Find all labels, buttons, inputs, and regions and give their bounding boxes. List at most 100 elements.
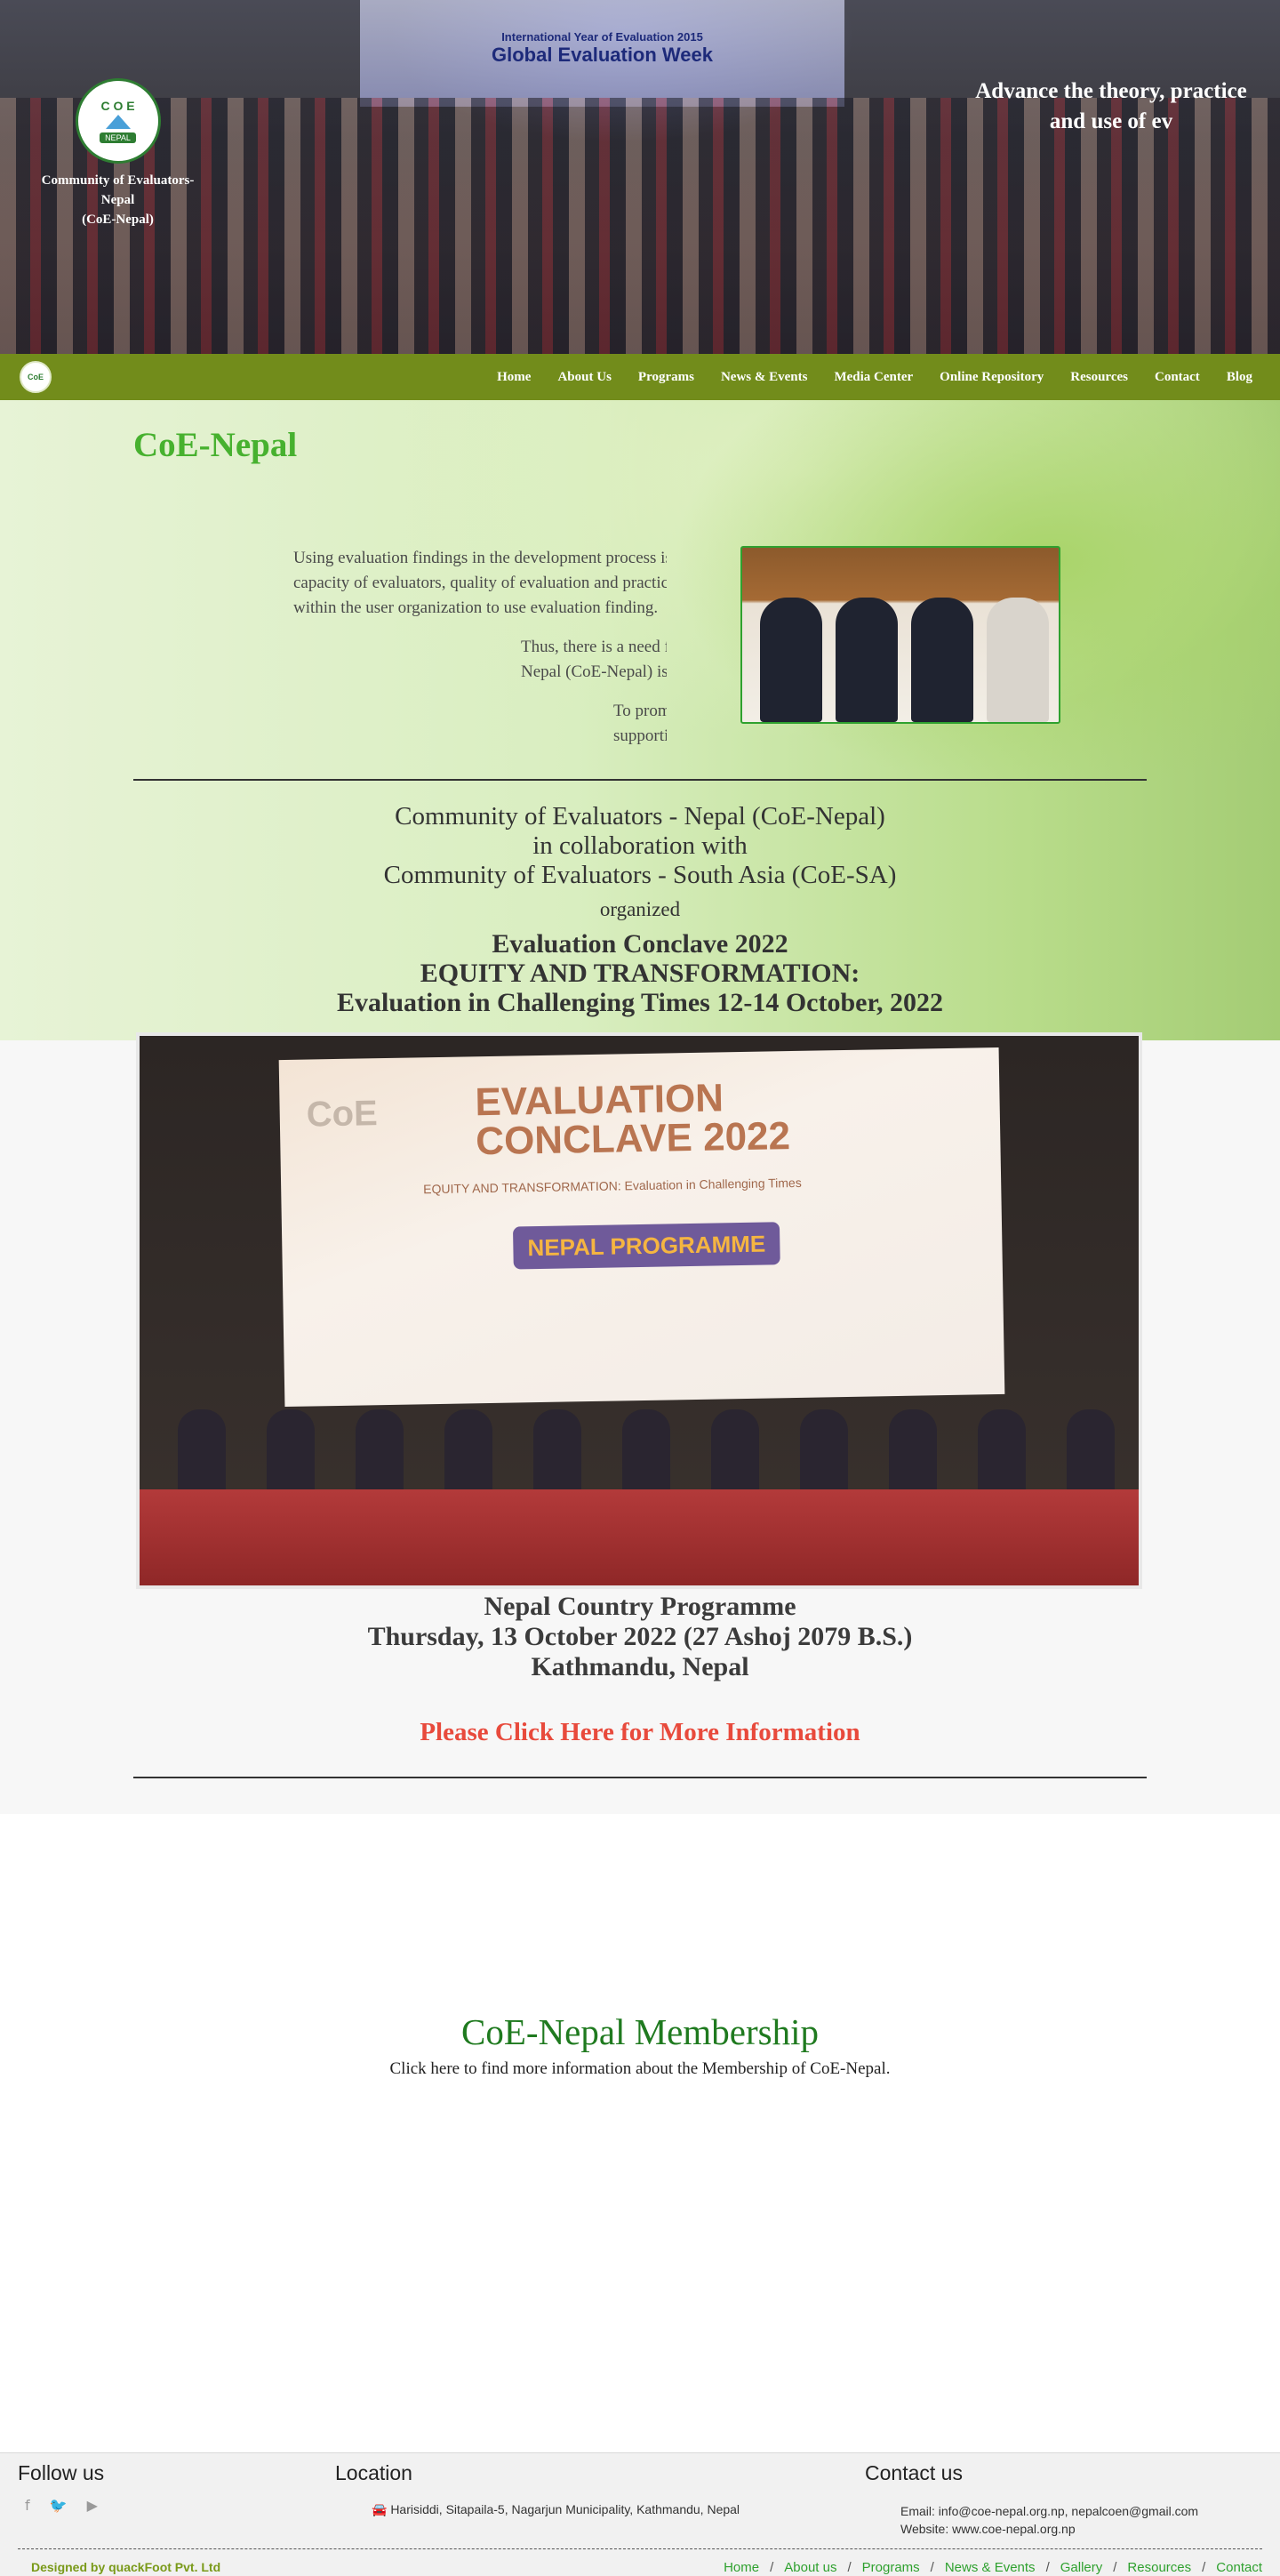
divider — [133, 1777, 1147, 1778]
footer-link-about-us[interactable]: About us — [784, 2560, 836, 2575]
panelist — [178, 1409, 226, 1498]
nav-item-online-repository[interactable]: Online Repository — [926, 370, 1057, 385]
nav-item-home[interactable]: Home — [484, 370, 544, 385]
collab-line3: Community of Evaluators - South Asia (Co… — [383, 861, 897, 889]
membership-title[interactable]: CoE-Nepal Membership — [0, 2010, 1280, 2054]
org-name: Community of Evaluators- Nepal (CoE-Nepa… — [27, 171, 209, 229]
tagline-line1: Advance the theory, practice — [975, 79, 1247, 103]
intro-p3-line1: To promote ev — [613, 702, 667, 720]
social-links: f 🐦 ▶ — [25, 2497, 98, 2514]
logo-sub: NEPAL — [100, 132, 136, 143]
panelist — [711, 1409, 759, 1498]
page-title: CoE-Nepal — [133, 426, 298, 464]
panelist — [1067, 1409, 1115, 1498]
org-name-line3: (CoE-Nepal) — [82, 213, 154, 227]
intro-paragraph-3: To promote ev supporting for — [293, 699, 667, 749]
intro-p1-line1: Using evaluation findings in the develop… — [293, 549, 667, 567]
event-title: Evaluation Conclave 2022 — [492, 929, 788, 959]
photo-person — [760, 598, 822, 722]
panelist — [889, 1409, 937, 1498]
hero-banner: International Year of Evaluation 2015 Gl… — [0, 0, 1280, 354]
membership-section: CoE-Nepal Membership Click here to find … — [0, 2010, 1280, 2079]
intro-text: Using evaluation findings in the develop… — [293, 546, 667, 759]
hero-backdrop-line1: International Year of Evaluation 2015 — [501, 30, 703, 44]
panel-members — [157, 1409, 1135, 1498]
location-heading: Location — [335, 2461, 412, 2484]
banner-title: EVALUATION CONCLAVE 2022 — [475, 1076, 790, 1163]
footer-link-contact[interactable]: Contact — [1216, 2560, 1262, 2575]
contact-website[interactable]: Website: www.coe-nepal.org.np — [900, 2520, 1198, 2538]
youtube-icon[interactable]: ▶ — [87, 2497, 98, 2514]
programme-line1: Nepal Country Programme — [484, 1592, 796, 1621]
intro-p3-line2: supporting for — [613, 726, 667, 745]
panelist — [356, 1409, 404, 1498]
conclave-banner: CoE EVALUATION CONCLAVE 2022 EQUITY AND … — [278, 1047, 1005, 1408]
nav-logo-icon[interactable]: CoE — [20, 361, 52, 393]
twitter-icon[interactable]: 🐦 — [50, 2497, 68, 2514]
collaboration-block: Community of Evaluators - Nepal (CoE-Nep… — [133, 802, 1147, 1017]
programme-line3: Kathmandu, Nepal — [531, 1652, 749, 1681]
photo-person — [911, 598, 973, 722]
panelist — [267, 1409, 315, 1498]
nav-item-contact[interactable]: Contact — [1141, 370, 1213, 385]
intro-p1-line2: capacity of evaluators, quality of evalu… — [293, 574, 667, 592]
site-logo-block[interactable]: C O E NEPAL Community of Evaluators- Nep… — [27, 78, 209, 229]
mountain-icon — [105, 115, 131, 129]
hero-tagline: Advance the theory, practice and use of … — [960, 76, 1262, 137]
event-subtitle: Evaluation in Challenging Times 12-14 Oc… — [336, 988, 944, 1017]
banner-programme: NEPAL PROGRAMME — [512, 1222, 780, 1270]
nav-item-about-us[interactable]: About Us — [544, 370, 624, 385]
intro-p2-line1: Thus, there is a need for ca — [521, 638, 667, 656]
footer-link-home[interactable]: Home — [724, 2560, 759, 2575]
intro-paragraph-2: Thus, there is a need for ca Nepal (CoE-… — [293, 635, 667, 685]
tagline-line2: and use of ev — [1049, 109, 1173, 133]
org-name-line1: Community of Evaluators- — [41, 173, 195, 188]
footer-link-news-events[interactable]: News & Events — [945, 2560, 1036, 2575]
facebook-icon[interactable]: f — [25, 2497, 30, 2514]
collab-line2: in collaboration with — [532, 831, 748, 860]
collab-line1: Community of Evaluators - Nepal (CoE-Nep… — [395, 802, 885, 831]
intro-p2-line2: Nepal (CoE-Nepal) is comi — [521, 662, 667, 681]
footer-links: Home / About us / Programs / News & Events /… — [724, 2560, 1262, 2575]
programme-info: Nepal Country Programme Thursday, 13 Oct… — [133, 1592, 1147, 1682]
intro-paragraph-1: Using evaluation findings in the develop… — [293, 546, 667, 621]
location-text: 🚘 Harisiddi, Sitapaila-5, Nagarjun Munic… — [372, 2502, 740, 2516]
conclave-photo[interactable]: CoE EVALUATION CONCLAVE 2022 EQUITY AND … — [136, 1032, 1142, 1589]
stage-table — [140, 1489, 1139, 1585]
designed-by[interactable]: Designed by quackFoot Pvt. Ltd — [31, 2560, 220, 2574]
membership-text[interactable]: Click here to find more information abou… — [0, 2059, 1280, 2079]
programme-line2: Thursday, 13 October 2022 (27 Ashoj 2079… — [367, 1622, 913, 1651]
panelist — [978, 1409, 1026, 1498]
coe-logo-icon[interactable]: C O E NEPAL — [75, 78, 161, 164]
panelist — [533, 1409, 581, 1498]
hero-backdrop-line2: Global Evaluation Week — [492, 44, 713, 66]
event-theme: EQUITY AND TRANSFORMATION: — [420, 959, 860, 988]
collab-line4: organized — [599, 898, 681, 920]
logo-text: C O E — [100, 99, 135, 113]
contact-info: Email: info@coe-nepal.org.np, nepalcoen@… — [900, 2502, 1198, 2538]
footer-link-gallery[interactable]: Gallery — [1060, 2560, 1103, 2575]
panelist — [800, 1409, 848, 1498]
more-info-link[interactable]: Please Click Here for More Information — [133, 1718, 1147, 1747]
nav-item-programs[interactable]: Programs — [625, 370, 708, 385]
footer-divider — [18, 2548, 1262, 2549]
nav-item-media-center[interactable]: Media Center — [820, 370, 926, 385]
divider — [133, 779, 1147, 781]
panelist — [444, 1409, 492, 1498]
follow-us-heading: Follow us — [18, 2461, 105, 2484]
photo-person — [987, 598, 1049, 722]
intro-photo — [740, 546, 1060, 724]
nav-item-news-events[interactable]: News & Events — [708, 370, 821, 385]
footer-link-programs[interactable]: Programs — [862, 2560, 920, 2575]
contact-email[interactable]: Email: info@coe-nepal.org.np, nepalcoen@… — [900, 2502, 1198, 2520]
hero-backdrop-text: International Year of Evaluation 2015 Gl… — [360, 30, 844, 67]
org-name-line2: Nepal — [100, 193, 135, 207]
contact-heading: Contact us — [865, 2461, 963, 2484]
banner-logo: CoE — [306, 1094, 379, 1135]
footer-link-resources[interactable]: Resources — [1127, 2560, 1191, 2575]
main-navbar: CoE Home About Us Programs News & Events… — [0, 354, 1280, 400]
panelist — [622, 1409, 670, 1498]
nav-item-resources[interactable]: Resources — [1057, 370, 1141, 385]
nav-item-blog[interactable]: Blog — [1213, 370, 1266, 385]
nav-logo-text: CoE — [28, 373, 44, 381]
